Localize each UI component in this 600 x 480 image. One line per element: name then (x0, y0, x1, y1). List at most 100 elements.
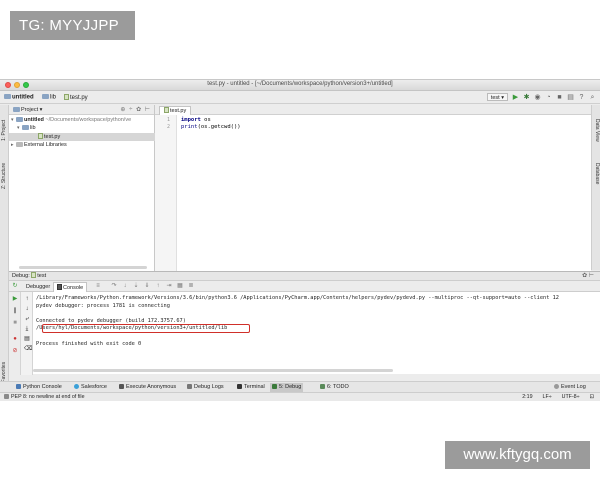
tab-todo[interactable]: 6: TODO (318, 383, 351, 392)
step-into-my-code-icon[interactable]: ⇣ (133, 283, 139, 289)
tab-console[interactable]: Console (53, 282, 88, 292)
tree-item-file[interactable]: test.py (9, 133, 155, 141)
editor-tab-test[interactable]: test.py (159, 106, 192, 115)
tab-terminal[interactable]: Terminal (235, 383, 267, 392)
python-file-icon (64, 94, 69, 100)
folder-icon (16, 116, 23, 122)
run-icon[interactable]: ▶ (512, 94, 519, 101)
execute-icon (119, 383, 124, 389)
resume-icon[interactable]: ▶ (12, 296, 18, 302)
editor-tab-bar: test.py (155, 105, 591, 115)
navigation-bar: untitled lib test.py test ▾ ▶ ✱ ◉ ◔ ■ ▤ … (0, 91, 600, 104)
console-line: ​ (36, 310, 559, 318)
line-separator[interactable]: LF÷ (543, 393, 552, 401)
evaluate-icon[interactable]: ▦ (177, 283, 183, 289)
structure-tool-tab[interactable]: Z: Structure (1, 163, 7, 189)
debug-settings-icon[interactable]: ✿ ⊢ (582, 272, 594, 281)
file-encoding[interactable]: UTF-8÷ (562, 393, 580, 401)
console-line: pydev debugger: process 1781 is connecti… (36, 302, 170, 309)
tab-debugger[interactable]: Debugger (23, 282, 53, 292)
python-file-icon (164, 107, 169, 113)
tab-python-console[interactable]: Python Console (14, 383, 64, 392)
debug-icon[interactable]: ✱ (523, 94, 530, 101)
coverage-icon[interactable]: ◉ (534, 94, 541, 101)
step-over-icon[interactable]: ↷ (111, 283, 117, 289)
scroll-down-icon[interactable]: ↓ (24, 306, 30, 312)
watermark-top: TG: MYYJJPP (10, 11, 135, 40)
line-number: 1 (166, 117, 170, 123)
soft-wrap-icon[interactable]: ⤶ (24, 316, 30, 322)
step-into-icon[interactable]: ↓ (122, 283, 128, 289)
project-pane-tools[interactable]: ⊕ ÷ ✿ ⊢ (120, 105, 151, 115)
bug-icon (272, 383, 277, 389)
breadcrumb-lib[interactable]: lib (42, 94, 56, 101)
tab-salesforce[interactable]: Salesforce (72, 383, 109, 392)
scroll-to-end-icon[interactable]: ⤓ (24, 326, 30, 332)
window-title: test.py - untitled - [~/Documents/worksp… (207, 81, 393, 87)
watermark-bottom: www.kftygq.com (445, 441, 590, 469)
tree-item-external-libraries[interactable]: ▸ External Libraries (11, 141, 67, 149)
profile-icon[interactable]: ◔ (545, 94, 552, 101)
tab-debug[interactable]: 5: Debug (270, 383, 304, 392)
status-right: 2:19 LF÷ UTF-8÷ ⊡ (522, 393, 594, 401)
debug-tab-bar: ↻ Debugger Console ≡ ↷ ↓ ⇣ ⇓ ↑ ⇥ ▦ ≣ (9, 281, 600, 292)
status-icon (4, 393, 9, 399)
editor-pane: test.py 1 2 import os print(os.getcwd()) (155, 105, 591, 271)
project-tool-tab[interactable]: 1: Project (1, 120, 7, 141)
todo-icon (320, 383, 325, 389)
console-icon (57, 284, 62, 290)
run-config-select[interactable]: test ▾ (486, 93, 508, 101)
cloud-icon (74, 383, 79, 389)
print-icon[interactable]: ▤ (24, 336, 30, 342)
rerun-icon[interactable]: ↻ (12, 283, 18, 289)
step-out-icon[interactable]: ↑ (155, 283, 161, 289)
tab-event-log[interactable]: Event Log (552, 383, 588, 392)
debug-action-strip: ▶ ∥ ■ ● ⊘ (9, 292, 21, 375)
breadcrumb-file[interactable]: test.py (64, 94, 88, 101)
console-output: /Library/Frameworks/Python.framework/Ver… (36, 295, 559, 348)
title-bar: test.py - untitled - [~/Documents/worksp… (0, 80, 600, 91)
project-scrollbar[interactable] (19, 266, 147, 269)
search-icon[interactable]: ⌕ (589, 94, 596, 101)
watches-icon[interactable]: ≣ (188, 283, 194, 289)
stop-icon[interactable]: ■ (12, 320, 18, 326)
code-line[interactable]: import os (181, 117, 211, 123)
scroll-up-icon[interactable]: ↑ (24, 296, 30, 302)
run-to-cursor-icon[interactable]: ⇥ (166, 283, 172, 289)
data-view-tool-tab[interactable]: Data View (594, 119, 600, 142)
clear-console-icon[interactable]: ⌫ (24, 346, 32, 352)
mute-breakpoints-icon[interactable]: ⊘ (12, 348, 18, 354)
debug-panel: Debug: test ✿ ⊢ ↻ Debugger Console ≡ ↷ ↓… (9, 271, 600, 375)
console-menu-icon[interactable]: ≡ (95, 283, 101, 289)
tool-window-bar: Python Console Salesforce Execute Anonym… (0, 381, 600, 392)
console-line: /Library/Frameworks/Python.framework/Ver… (36, 295, 559, 301)
console-line: ​ (36, 333, 559, 341)
force-step-into-icon[interactable]: ⇓ (144, 283, 150, 289)
pause-icon[interactable]: ∥ (12, 308, 18, 314)
folder-icon (22, 124, 29, 130)
line-gutter: 1 2 (155, 115, 177, 271)
help-icon[interactable]: ? (578, 94, 585, 101)
terminal-icon (237, 383, 242, 389)
console-line: Process finished with exit code 0 (36, 340, 142, 347)
breadcrumb-project[interactable]: untitled (4, 94, 34, 101)
tree-item-lib[interactable]: ▾ lib (17, 124, 36, 132)
console-scrollbar[interactable] (33, 369, 393, 372)
debug-panel-header: Debug: test ✿ ⊢ (9, 272, 600, 281)
database-tool-tab[interactable]: Database (594, 163, 600, 184)
python-icon (16, 383, 21, 389)
stop-icon[interactable]: ■ (556, 94, 563, 101)
tab-debug-logs[interactable]: Debug Logs (185, 383, 226, 392)
tree-item-root[interactable]: ▾ untitled ~/Documents/workspace/python/v… (11, 116, 131, 124)
python-file-icon (31, 272, 37, 278)
caret-position[interactable]: 2:19 (522, 393, 532, 401)
tab-execute-anonymous[interactable]: Execute Anonymous (117, 383, 178, 392)
breakpoints-icon[interactable]: ● (12, 336, 18, 342)
code-line[interactable]: print(os.getcwd()) (181, 124, 241, 130)
run-toolbar: test ▾ ▶ ✱ ◉ ◔ ■ ▤ ? ⌕ (486, 93, 596, 101)
right-tool-strip: Data View Database (591, 105, 600, 270)
status-message: PEP 8: no newline at end of file (4, 393, 85, 401)
lock-icon[interactable]: ⊡ (590, 393, 594, 401)
sdk-icon[interactable]: ▤ (567, 94, 574, 101)
project-pane-header: Project ▾ ⊕ ÷ ✿ ⊢ (9, 105, 154, 115)
